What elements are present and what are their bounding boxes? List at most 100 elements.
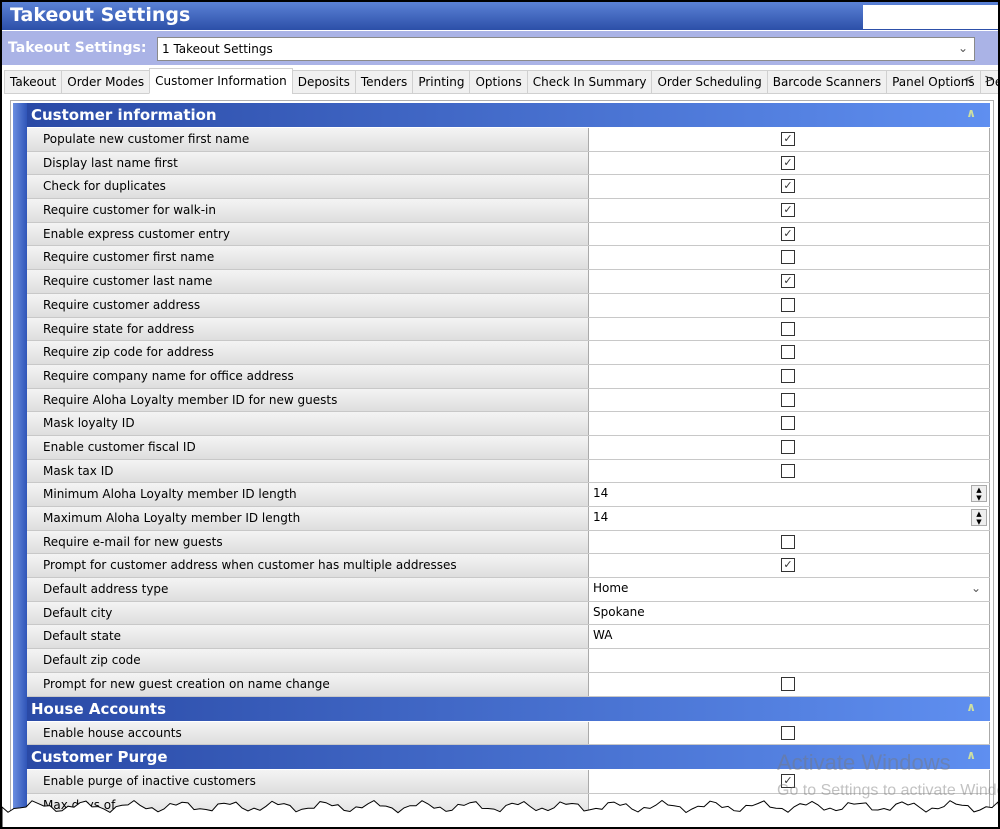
property-row: Check for duplicates ✓ [27, 175, 990, 200]
property-row: Default state WA [27, 625, 990, 650]
property-value[interactable]: Home ⌄ [589, 578, 990, 601]
property-row: Prompt for new guest creation on name ch… [27, 672, 990, 697]
checkbox[interactable]: ✓ [781, 155, 795, 170]
checkbox[interactable] [781, 463, 795, 478]
tab-order-modes[interactable]: Order Modes [61, 70, 151, 94]
window-title: Takeout Settings [10, 4, 191, 26]
tab-scroll: < > [964, 72, 998, 86]
checkbox[interactable] [781, 534, 795, 549]
property-value[interactable] [589, 317, 990, 341]
property-value[interactable]: ✓ [589, 270, 990, 293]
property-label: Require customer last name [27, 270, 589, 293]
property-value[interactable] [589, 459, 990, 483]
property-value[interactable] [589, 530, 990, 554]
property-row: Default zip code [27, 649, 990, 673]
property-row: Require customer first name [27, 246, 990, 271]
property-row: Populate new customer first name ✓ [27, 128, 990, 152]
property-value[interactable] [589, 388, 990, 412]
chevron-left-icon[interactable]: < [964, 72, 974, 86]
property-value[interactable]: ✓ [589, 151, 990, 175]
collapse-icon[interactable]: ∧ [966, 106, 976, 120]
property-row: Enable house accounts [27, 721, 990, 746]
property-value[interactable]: 14 ▲ ▼ [589, 483, 990, 506]
property-label: Require customer first name [27, 246, 589, 270]
property-value[interactable]: ✓ [589, 554, 990, 578]
checkbox[interactable] [781, 368, 795, 383]
property-row: Require Aloha Loyalty member ID for new … [27, 388, 990, 413]
property-value[interactable]: WA [589, 625, 990, 649]
property-value[interactable]: 14 ▲ ▼ [589, 507, 990, 530]
checkbox[interactable] [781, 439, 795, 454]
property-value[interactable] [589, 246, 990, 270]
property-label: Prompt for customer address when custome… [27, 554, 589, 578]
value-text: Spokane [593, 604, 645, 619]
chevron-right-icon[interactable]: > [984, 72, 994, 86]
checkbox[interactable]: ✓ [781, 226, 795, 241]
checkbox[interactable]: ✓ [781, 558, 795, 573]
section-header[interactable]: House Accounts ∧ [27, 696, 990, 722]
property-label: Require Aloha Loyalty member ID for new … [27, 388, 589, 412]
tab-check-in-summary[interactable]: Check In Summary [526, 70, 653, 94]
value-text: WA [593, 628, 613, 643]
checkbox[interactable] [781, 725, 795, 740]
property-label: Require customer address [27, 293, 589, 317]
property-row: Default address type Home ⌄ [27, 578, 990, 602]
tab-printing[interactable]: Printing [412, 70, 471, 94]
property-value[interactable]: ✓ [589, 175, 990, 199]
torn-paper [2, 799, 998, 827]
takeout-settings-dropdown[interactable]: 1 Takeout Settings ⌄ [157, 37, 975, 61]
property-row: Enable express customer entry ✓ [27, 222, 990, 247]
property-value[interactable]: ✓ [589, 222, 990, 246]
property-row: Maximum Aloha Loyalty member ID length 14… [27, 507, 990, 531]
checkbox[interactable]: ✓ [781, 132, 795, 146]
collapse-icon[interactable]: ∧ [966, 700, 976, 714]
checkbox[interactable] [781, 297, 795, 312]
tab-customer-information[interactable]: Customer Information [149, 68, 293, 94]
tab-barcode-scanners[interactable]: Barcode Scanners [766, 70, 888, 94]
checkbox[interactable] [781, 250, 795, 265]
tab-order-scheduling[interactable]: Order Scheduling [651, 70, 768, 94]
property-label: Enable house accounts [27, 721, 589, 745]
value-text: 14 [593, 486, 609, 501]
panel-strip [13, 103, 27, 827]
property-row: Minimum Aloha Loyalty member ID length 14… [27, 483, 990, 507]
checkbox[interactable]: ✓ [781, 179, 795, 194]
checkbox[interactable] [781, 416, 795, 431]
spinner-arrows-icon[interactable]: ▲ ▼ [971, 485, 987, 503]
property-label: Enable purge of inactive customers [27, 770, 589, 793]
property-value[interactable]: Spokane [589, 601, 990, 625]
property-value[interactable] [589, 412, 990, 435]
property-value[interactable] [589, 672, 990, 696]
checkbox[interactable] [781, 392, 795, 407]
checkbox[interactable]: ✓ [781, 274, 795, 289]
chevron-down-icon[interactable]: ⌄ [971, 581, 981, 595]
property-value[interactable] [589, 649, 990, 672]
tab-tenders[interactable]: Tenders [354, 70, 414, 94]
property-row: Require e-mail for new guests [27, 530, 990, 555]
checkbox[interactable] [781, 676, 795, 691]
checkbox[interactable] [781, 321, 795, 336]
settings-panel: Customer information ∧ Populate new custom… [10, 100, 994, 827]
spinner-arrows-icon[interactable]: ▲ ▼ [971, 509, 987, 526]
property-label: Display last name first [27, 151, 589, 175]
settings-selector-bar: Takeout Settings: 1 Takeout Settings ⌄ [2, 31, 998, 65]
property-row: Mask loyalty ID [27, 412, 990, 436]
property-value[interactable]: ✓ [589, 128, 990, 151]
property-value[interactable]: ✓ [589, 199, 990, 222]
property-row: Default city Spokane [27, 601, 990, 626]
property-value[interactable] [589, 435, 990, 459]
property-value[interactable] [589, 721, 990, 745]
section-header[interactable]: Customer information ∧ [27, 103, 990, 128]
tab-options[interactable]: Options [469, 70, 528, 94]
property-value[interactable] [589, 293, 990, 317]
checkbox[interactable]: ✓ [781, 203, 795, 218]
property-value[interactable] [589, 364, 990, 388]
property-row: Require zip code for address [27, 341, 990, 365]
tab-takeout[interactable]: Takeout [4, 70, 63, 94]
collapse-icon[interactable]: ∧ [966, 748, 976, 762]
property-label: Require company name for office address [27, 364, 589, 388]
selector-label: Takeout Settings: [8, 40, 147, 56]
property-value[interactable] [589, 341, 990, 364]
tab-deposits[interactable]: Deposits [291, 70, 356, 94]
checkbox[interactable] [781, 345, 795, 360]
